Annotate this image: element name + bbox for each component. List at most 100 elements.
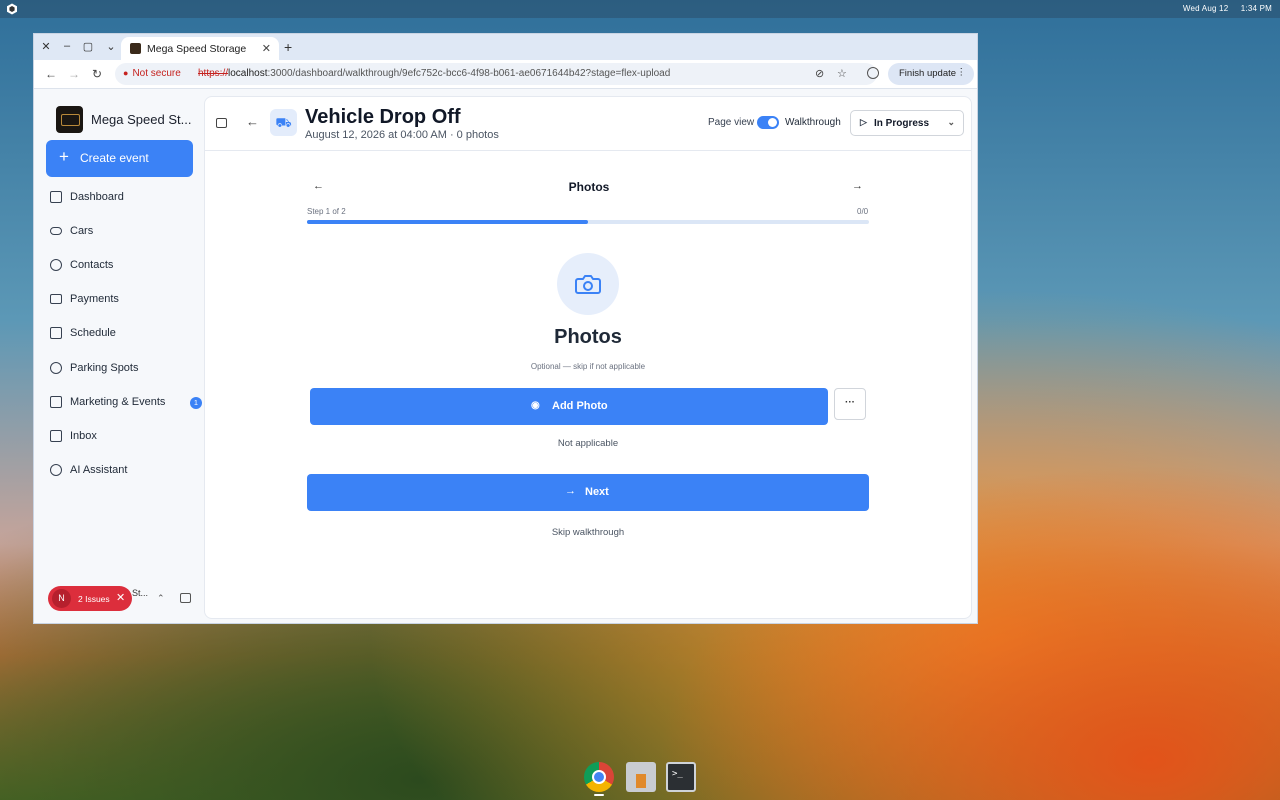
next-step-icon[interactable]: → — [852, 180, 863, 192]
page-subtitle: August 12, 2026 at 04:00 AM · 0 photos — [305, 129, 499, 141]
walkthrough-label: Walkthrough — [785, 117, 841, 128]
section-heading: Photos — [554, 326, 622, 348]
close-window-icon[interactable]: ✕ — [39, 40, 53, 53]
sidebar-item-cars[interactable]: Cars — [46, 219, 196, 245]
ai-icon — [50, 464, 62, 476]
sidebar-item-inbox[interactable]: Inbox — [46, 424, 196, 450]
skip-walkthrough-link[interactable]: Skip walkthrough — [488, 527, 688, 538]
sidebar-item-contacts[interactable]: Contacts — [46, 253, 196, 279]
back-icon[interactable]: ← — [44, 67, 58, 81]
previous-step-icon[interactable]: ← — [313, 180, 324, 192]
step-counter: Step 1 of 2 — [307, 207, 346, 216]
browser-tab[interactable]: Mega Speed Storage ✕ — [121, 37, 279, 60]
collapse-sidebar-icon[interactable] — [180, 593, 191, 603]
dev-avatar: N — [52, 589, 71, 608]
forward-icon[interactable]: → — [67, 67, 81, 81]
sidebar-item-label: Contacts — [70, 259, 114, 271]
car-icon — [50, 227, 62, 235]
issues-label: 2 Issues — [78, 594, 110, 604]
tab-search-chevron-icon[interactable]: ⌄ — [104, 40, 118, 53]
sidebar-item-payments[interactable]: Payments — [46, 287, 196, 313]
brand[interactable]: Mega Speed St... — [56, 106, 204, 133]
close-icon[interactable]: ✕ — [116, 591, 125, 604]
user-name-truncated[interactable]: St... — [132, 588, 148, 598]
status-value: In Progress — [874, 118, 930, 129]
new-tab-icon[interactable]: + — [284, 39, 292, 55]
url-scheme: https:// — [198, 68, 229, 79]
sidebar-item-parking-spots[interactable]: Parking Spots — [46, 356, 196, 382]
tab-close-icon[interactable]: ✕ — [262, 42, 271, 55]
status-select[interactable]: ▷ In Progress ⌄ — [850, 110, 964, 136]
step-progress-bar — [307, 220, 869, 224]
tab-title: Mega Speed Storage — [147, 43, 247, 55]
main-panel: ← ⛟ Vehicle Drop Off August 12, 2026 at … — [204, 96, 972, 619]
optional-hint: Optional — skip if not applicable — [530, 362, 646, 371]
system-logo-icon[interactable] — [6, 3, 18, 15]
os-top-bar: Wed Aug 12 1:34 PM — [0, 0, 1280, 18]
chrome-icon[interactable] — [584, 762, 614, 792]
not-applicable-link[interactable]: Not applicable — [488, 438, 688, 449]
app-container: Mega Speed St... + Create event Dashboar… — [34, 90, 977, 623]
terminal-icon[interactable]: >_ — [666, 762, 696, 792]
package-manager-icon[interactable] — [626, 762, 656, 792]
os-clock[interactable]: Wed Aug 12 1:34 PM — [1173, 4, 1272, 13]
active-app-indicator — [594, 794, 604, 796]
calendar-icon — [50, 327, 62, 339]
page-view-label: Page view — [708, 117, 755, 128]
url-host: localhost — [228, 68, 268, 79]
next-button[interactable]: → Next — [307, 474, 869, 511]
sidebar-item-label: Inbox — [70, 430, 97, 442]
message-icon — [50, 430, 62, 442]
tracking-off-icon[interactable]: ⊘ — [815, 67, 824, 80]
maximize-window-icon[interactable]: ▢ — [81, 40, 95, 53]
pin-icon — [50, 362, 62, 374]
profile-icon[interactable] — [867, 67, 879, 79]
next-label: Next — [585, 486, 609, 498]
sidebar-item-schedule[interactable]: Schedule — [46, 321, 196, 347]
reload-icon[interactable]: ↻ — [90, 67, 104, 81]
sidebar-item-label: Marketing & Events — [70, 396, 166, 408]
megaphone-icon — [50, 396, 62, 408]
camera-small-icon: ◉ — [531, 400, 540, 411]
page-header: ← ⛟ Vehicle Drop Off August 12, 2026 at … — [205, 97, 971, 151]
finish-update-button[interactable]: Finish update ⋮ — [888, 63, 974, 85]
sidebar-item-marketing-events[interactable]: Marketing & Events 1 — [46, 390, 202, 416]
not-secure-badge[interactable]: Not secure — [123, 68, 180, 79]
url-text[interactable]: https://localhost:3000/dashboard/walkthr… — [198, 68, 670, 79]
chevron-up-icon[interactable]: ⌃ — [157, 593, 165, 604]
sidebar-item-label: Dashboard — [70, 191, 124, 203]
camera-icon — [575, 275, 601, 294]
sidebar-item-dashboard[interactable]: Dashboard — [46, 185, 196, 211]
truck-icon: ⛟ — [270, 109, 297, 136]
issues-indicator[interactable]: N 2 Issues ✕ — [48, 586, 132, 611]
walkthrough-toggle[interactable] — [757, 116, 779, 129]
add-photo-button[interactable]: ◉ Add Photo — [310, 388, 828, 425]
sidebar-item-label: Payments — [70, 293, 119, 305]
users-icon — [50, 259, 62, 271]
step-progress-fill — [307, 220, 588, 224]
plus-icon: + — [59, 147, 69, 166]
sidebar-item-ai-assistant[interactable]: AI Assistant — [46, 458, 196, 484]
create-event-button[interactable]: + Create event — [46, 140, 193, 177]
tab-bar: ✕ – ▢ ⌄ Mega Speed Storage ✕ + — [34, 34, 977, 60]
create-event-label: Create event — [80, 151, 149, 165]
grid-icon — [50, 191, 62, 203]
camera-badge — [557, 253, 619, 315]
more-vert-icon: ⋮ — [956, 67, 967, 78]
sidebar-toggle-icon[interactable] — [216, 118, 227, 128]
notification-badge: 1 — [190, 397, 202, 409]
minimize-window-icon[interactable]: – — [60, 40, 74, 52]
sidebar-item-label: Schedule — [70, 327, 116, 339]
os-time: 1:34 PM — [1240, 4, 1272, 13]
url-path: :3000/dashboard/walkthrough/9efc752c-bcc… — [267, 68, 671, 79]
bookmark-star-icon[interactable]: ☆ — [837, 67, 847, 80]
url-bar[interactable]: Not secure https://localhost:3000/dashbo… — [115, 63, 877, 85]
back-arrow-icon[interactable]: ← — [246, 114, 259, 129]
more-options-button[interactable]: ··· — [834, 388, 866, 420]
sidebar-item-label: Cars — [70, 225, 94, 237]
card-icon — [50, 294, 62, 304]
chevron-down-icon: ⌄ — [947, 117, 955, 127]
sidebar-item-label: AI Assistant — [70, 464, 128, 476]
page-title: Vehicle Drop Off — [305, 106, 461, 128]
os-date: Wed Aug 12 — [1182, 4, 1229, 13]
